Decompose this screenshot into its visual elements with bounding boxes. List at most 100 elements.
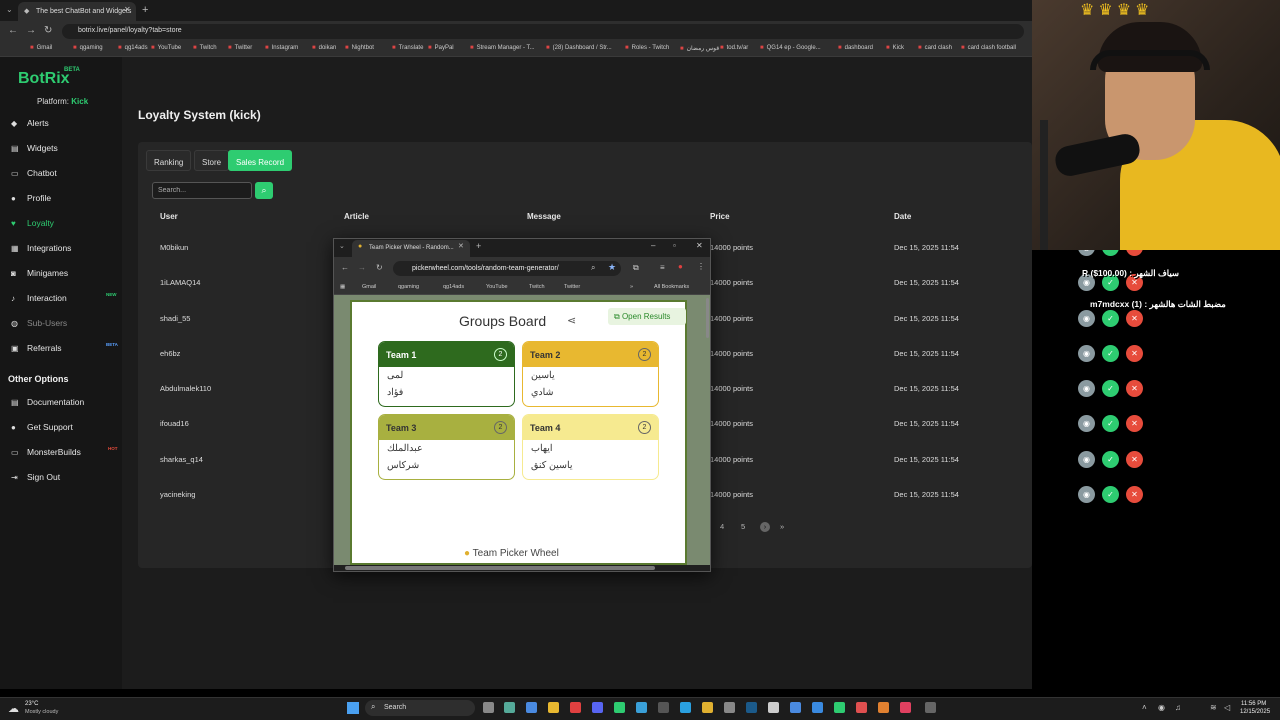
sidebar-item-get-support[interactable]: ● Get Support bbox=[11, 422, 73, 432]
sidebar-item-integrations[interactable]: ▦ Integrations bbox=[11, 243, 71, 253]
sidebar-item-documentation[interactable]: ▤ Documentation bbox=[11, 397, 84, 407]
app5-icon[interactable] bbox=[812, 702, 823, 713]
popup-bookmark[interactable]: Twitter bbox=[564, 284, 580, 290]
wifi-icon[interactable]: ≋ bbox=[1210, 703, 1217, 712]
tab-ranking[interactable]: Ranking bbox=[146, 150, 192, 171]
reload-icon[interactable]: ↻ bbox=[44, 25, 52, 36]
tray-chevron-icon[interactable]: ˄ bbox=[1142, 703, 1147, 712]
obs-icon[interactable] bbox=[658, 702, 669, 713]
next-page-icon[interactable]: › bbox=[760, 522, 770, 532]
popup-menu-icon[interactable]: ⋮ bbox=[697, 262, 705, 271]
bookmark-item[interactable]: Kick bbox=[886, 45, 904, 51]
url-field[interactable] bbox=[62, 24, 1024, 39]
popup-forward-icon[interactable]: → bbox=[358, 263, 366, 272]
sidebar-item-sign-out[interactable]: ⇥ Sign Out bbox=[11, 472, 60, 482]
telegram-icon[interactable] bbox=[680, 702, 691, 713]
popup-bookmark[interactable]: YouTube bbox=[486, 284, 508, 290]
popup-back-icon[interactable]: ← bbox=[341, 263, 349, 272]
bookmark-item[interactable]: qgaming bbox=[73, 45, 103, 51]
copilot-icon[interactable] bbox=[526, 702, 537, 713]
more-bookmarks-icon[interactable]: » bbox=[630, 284, 633, 290]
vertical-scrollbar[interactable] bbox=[706, 298, 709, 338]
sidebar-item-minigames[interactable]: ◙ Minigames bbox=[11, 268, 68, 278]
bookmark-item[interactable]: card clash bbox=[918, 45, 952, 51]
approve-icon[interactable]: ✓ bbox=[1102, 310, 1119, 327]
all-bookmarks[interactable]: All Bookmarks bbox=[654, 284, 689, 290]
share-icon[interactable]: ⋖ bbox=[567, 314, 576, 327]
discord-icon[interactable] bbox=[592, 702, 603, 713]
new-tab-icon[interactable]: + bbox=[142, 4, 148, 16]
popup-new-tab-icon[interactable]: + bbox=[476, 241, 481, 251]
horizontal-scrollbar[interactable] bbox=[345, 566, 655, 570]
view-icon[interactable]: ◉ bbox=[1078, 451, 1095, 468]
page-4-link[interactable]: 4 bbox=[720, 522, 724, 531]
page-5-link[interactable]: 5 bbox=[741, 522, 745, 531]
popup-bookmark[interactable]: Gmail bbox=[362, 284, 376, 290]
reject-icon[interactable]: ✕ bbox=[1126, 451, 1143, 468]
task-view-icon[interactable] bbox=[483, 702, 494, 713]
last-page-icon[interactable]: » bbox=[780, 522, 784, 531]
bookmark-item[interactable]: Instagram bbox=[265, 45, 299, 51]
bookmark-item[interactable]: Roles - Twitch bbox=[625, 45, 670, 51]
sidebar-item-monsterbuilds[interactable]: ▭ MonsterBuilds bbox=[11, 447, 81, 457]
view-icon[interactable]: ◉ bbox=[1078, 380, 1095, 397]
bookmark-item[interactable]: Twitter bbox=[228, 45, 253, 51]
bookmark-item[interactable]: doikan bbox=[312, 45, 337, 51]
cloud-icon[interactable]: ☁ bbox=[8, 702, 19, 715]
sidebar-item-interaction[interactable]: ♪ Interaction bbox=[11, 293, 67, 303]
sidebar-item-profile[interactable]: ● Profile bbox=[11, 193, 51, 203]
sidebar-item-widgets[interactable]: ▤ Widgets bbox=[11, 143, 58, 153]
sidebar-item-alerts[interactable]: ◆ Alerts bbox=[11, 118, 49, 128]
bookmark-item[interactable]: qg14ads bbox=[118, 45, 148, 51]
app-icon[interactable] bbox=[614, 702, 625, 713]
popup-bookmark[interactable]: qgaming bbox=[398, 284, 419, 290]
sidebar-item-loyalty[interactable]: ♥ Loyalty bbox=[11, 218, 54, 228]
browser-tab[interactable]: The best ChatBot and Widgets bbox=[18, 2, 136, 21]
sidebar-item-referrals[interactable]: ▣ Referrals bbox=[11, 343, 61, 353]
approve-icon[interactable]: ✓ bbox=[1102, 451, 1119, 468]
bookmark-item[interactable]: (28) Dashboard / Str... bbox=[546, 45, 612, 51]
popup-tab-menu-icon[interactable]: ⌄ bbox=[339, 242, 345, 250]
profile-icon[interactable]: ● bbox=[678, 262, 683, 271]
approve-icon[interactable]: ✓ bbox=[1102, 486, 1119, 503]
network-icon[interactable]: ◉ bbox=[1158, 703, 1165, 712]
bookmark-item[interactable]: Gmail bbox=[30, 45, 53, 51]
app4-icon[interactable] bbox=[790, 702, 801, 713]
sidebar-item-chatbot[interactable]: ▭ Chatbot bbox=[11, 168, 57, 178]
extension-icon[interactable]: ⧉ bbox=[633, 263, 639, 273]
approve-icon[interactable]: ✓ bbox=[1102, 380, 1119, 397]
approve-icon[interactable]: ✓ bbox=[1102, 415, 1119, 432]
bookmark-item[interactable]: QG14 ep - Google... bbox=[760, 45, 821, 51]
app9-icon[interactable] bbox=[925, 702, 936, 713]
view-icon[interactable]: ◉ bbox=[1078, 310, 1095, 327]
bookmark-item[interactable]: tod.tv/ar bbox=[720, 45, 749, 51]
maximize-icon[interactable]: ▫ bbox=[673, 241, 676, 250]
bookmark-item[interactable]: card clash football bbox=[961, 45, 1016, 51]
edge-icon[interactable] bbox=[636, 702, 647, 713]
apps-grid-icon[interactable]: ▦ bbox=[340, 284, 345, 290]
forward-icon[interactable]: → bbox=[26, 25, 36, 36]
approve-icon[interactable]: ✓ bbox=[1102, 345, 1119, 362]
open-results-button[interactable]: ⧉ Open Results bbox=[608, 308, 686, 325]
bookmark-item[interactable]: Translate bbox=[392, 45, 424, 51]
search-button[interactable]: ⌕ bbox=[255, 182, 273, 199]
reject-icon[interactable]: ✕ bbox=[1126, 415, 1143, 432]
windows-start-icon[interactable] bbox=[347, 702, 359, 714]
sidebar-item-sub-users[interactable]: ◍ Sub-Users bbox=[11, 318, 67, 328]
volume-icon[interactable]: ◁ bbox=[1224, 703, 1230, 712]
popup-bookmark[interactable]: Twitch bbox=[529, 284, 545, 290]
files-icon[interactable] bbox=[504, 702, 515, 713]
reject-icon[interactable]: ✕ bbox=[1126, 345, 1143, 362]
app8-icon[interactable] bbox=[900, 702, 911, 713]
bookmark-item[interactable]: Stream Manager - T... bbox=[470, 45, 535, 51]
view-icon[interactable]: ◉ bbox=[1078, 345, 1095, 362]
team-picker-footer[interactable]: ● Team Picker Wheel bbox=[464, 548, 559, 559]
view-icon[interactable]: ◉ bbox=[1078, 486, 1095, 503]
tab-sales-record[interactable]: Sales Record bbox=[228, 150, 293, 171]
folder-icon[interactable] bbox=[548, 702, 559, 713]
clock-time[interactable]: 11:56 PM bbox=[1241, 701, 1266, 707]
tab-close-icon[interactable]: ✕ bbox=[124, 5, 131, 14]
popup-tab[interactable]: Team Picker Wheel - Random... bbox=[352, 240, 470, 257]
chrome-icon[interactable] bbox=[570, 702, 581, 713]
app7-icon[interactable] bbox=[878, 702, 889, 713]
